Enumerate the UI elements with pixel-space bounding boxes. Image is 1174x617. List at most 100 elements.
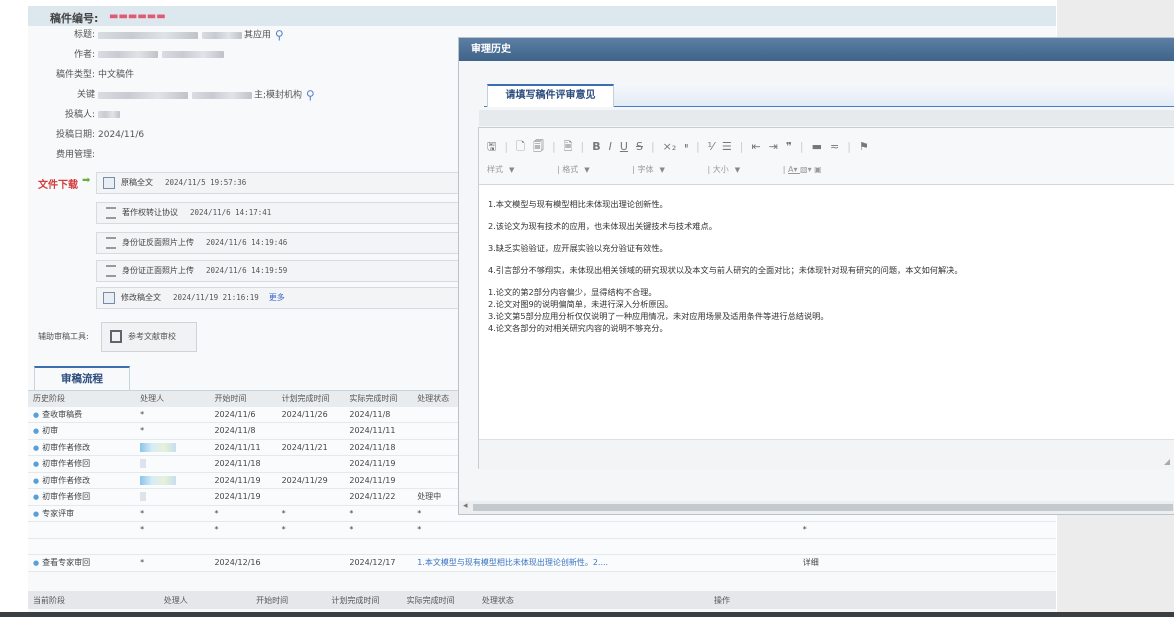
status-text[interactable]: 1.本文模型与现有模型相比未体现出理论创新性。2.... <box>417 558 608 567</box>
tab-review-flow[interactable]: 审稿流程 <box>34 366 130 390</box>
file-time: 2024/11/6 14:17:41 <box>190 208 272 217</box>
editor-status-bar <box>479 439 1174 469</box>
horizontal-scrollbar[interactable]: ◂ <box>459 501 1174 514</box>
stage-cell[interactable] <box>28 521 136 539</box>
text-color-button[interactable]: A▾ <box>788 165 800 174</box>
file-name[interactable]: 修改稿全文 <box>121 293 161 302</box>
save-icon[interactable]: 🖫 <box>487 140 496 153</box>
file-name[interactable]: 原稿全文 <box>121 178 153 187</box>
stage-cell[interactable] <box>28 538 136 555</box>
stage-cell[interactable]: ● 专家评审 <box>28 505 136 522</box>
toolbar-separator: | <box>551 140 556 153</box>
stage-cell[interactable]: ● 初审作者修回 <box>28 455 136 473</box>
actual-time-cell: 2024/11/11 <box>344 422 413 440</box>
column-header: 处理人 <box>158 591 252 609</box>
actual-time-cell: 2024/11/19 <box>344 472 413 489</box>
handler-cell <box>135 439 210 456</box>
bold-icon[interactable]: B <box>592 140 600 153</box>
actual-time-cell: 2024/11/19 <box>344 455 413 473</box>
indent-icon[interactable]: ⇥ <box>769 140 778 153</box>
column-header: 实际完成时间 <box>401 591 477 609</box>
resize-handle-icon[interactable] <box>1164 459 1170 465</box>
stage-cell[interactable]: ● 初审作者修改 <box>28 439 136 456</box>
plan-time-cell: 2024/11/29 <box>276 472 345 489</box>
stage-cell[interactable]: ● 查收审稿费 <box>28 406 136 423</box>
flag-icon[interactable]: ⚑ <box>859 140 869 153</box>
field-value-text: 2024/11/6 <box>98 130 145 140</box>
dialog-title[interactable]: 审理历史 <box>459 38 1174 61</box>
field-label: 稿件类型: <box>55 70 95 80</box>
stage-cell[interactable]: ● 初审作者修改 <box>28 472 136 489</box>
user-link-icon[interactable]: ⚲ <box>271 28 284 42</box>
scrollbar-thumb[interactable] <box>473 504 1173 511</box>
actual-time-cell: * <box>344 521 413 539</box>
toolbar-separator: | <box>799 140 804 153</box>
field-label: 标题: <box>73 30 95 40</box>
italic-icon[interactable]: I <box>609 140 612 153</box>
status-cell <box>412 538 803 555</box>
preview-icon[interactable]: 🗐 <box>533 140 544 153</box>
redacted-handler <box>140 459 147 469</box>
comment-line: 1.本文模型与现有模型相比未体现出理论创新性。 <box>488 199 668 209</box>
chevron-down-icon: ▼ <box>584 166 590 174</box>
new-doc-icon[interactable]: 🗋 <box>516 140 525 153</box>
arrow-right-icon: ➡ <box>82 175 91 186</box>
subscript-icon[interactable]: ×₂ <box>663 140 677 153</box>
redacted-value <box>162 51 224 58</box>
stage-cell[interactable]: ● 初审作者修回 <box>28 488 136 506</box>
font-select[interactable]: 字体 ▼ <box>638 164 700 175</box>
quote-icon[interactable]: ❞ <box>786 140 792 153</box>
column-header: 操作 <box>709 591 1056 609</box>
field-value <box>98 48 226 62</box>
user-link-icon[interactable]: ⚲ <box>302 88 315 102</box>
field-value: 其应用 ⚲ <box>98 28 284 43</box>
file-name[interactable]: 身份证正面照片上传 <box>122 266 194 275</box>
current-header-row: 当前阶段 处理人 开始时间 计划完成时间 实际完成时间 处理状态 操作 <box>28 591 1056 609</box>
stage-cell[interactable]: ● 查看专家审回 <box>28 554 136 572</box>
editor-toolbar-selects: 样式 ▼ | 格式 ▼ | 字体 ▼ | 大小 ▼ | A▾ ▧▾ ▣ <box>487 164 822 175</box>
handler-name: * <box>140 508 145 518</box>
numbered-list-icon[interactable]: ⅟ <box>708 140 714 153</box>
tab-review-opinion[interactable]: 请填写稿件评审意见 <box>487 84 614 107</box>
handler-cell: * <box>135 406 210 423</box>
scroll-left-icon[interactable]: ◂ <box>463 501 468 511</box>
redacted-avatar <box>140 475 177 485</box>
field-value-text: 主;模封机构 <box>254 90 303 101</box>
column-header: 开始时间 <box>209 391 277 407</box>
template-icon[interactable]: 🗎 <box>564 140 573 153</box>
file-name[interactable]: 身份证反面照片上传 <box>122 238 194 247</box>
rich-text-editor[interactable]: 🖫 | 🗋 🗐 | 🗎 | B I U S | ×₂ ײ | ⅟ ☰ | ⇤ ⇥ ❞ | ▬ ≂ | ⚑ 样式 ▼ | 格式 ▼ | 字体… <box>478 127 1174 469</box>
image-icon[interactable]: ▣ <box>814 165 822 174</box>
field-label: 费用管理: <box>55 150 95 160</box>
strike-icon[interactable]: S <box>636 140 643 153</box>
redacted-value <box>98 111 120 118</box>
plan-time-cell: 2024/11/26 <box>276 406 345 423</box>
start-time-cell: * <box>209 521 277 539</box>
reference-check-button[interactable]: 参考文献审校 <box>101 322 197 352</box>
stage-cell[interactable]: ● 初审 <box>28 422 136 440</box>
style-select[interactable]: 样式 ▼ <box>487 164 549 175</box>
editor-content[interactable]: 1.本文模型与现有模型相比未体现出理论创新性。 2.该论文为现有技术的应用，也未体… <box>479 184 1174 438</box>
format-select[interactable]: 格式 ▼ <box>562 164 624 175</box>
manuscript-number-row: 稿件编号: ▬▬▬▬▬▬ <box>28 6 1056 26</box>
status-text: 处理中 <box>417 492 442 502</box>
file-name[interactable]: 著作权转让协议 <box>122 208 178 217</box>
line-icon[interactable]: ▬ <box>812 140 822 153</box>
field-value <box>98 108 124 122</box>
start-time-cell: 2024/11/8 <box>209 422 277 440</box>
superscript-icon[interactable]: ײ <box>684 140 688 153</box>
hline-icon[interactable]: ≂ <box>830 140 839 153</box>
manuscript-field: 稿件类型: 中文稿件 <box>0 68 134 82</box>
comment-line: 1.论文的第2部分内容偏少，显得结构不合理。 <box>488 287 657 297</box>
background-color-button[interactable]: ▧▾ <box>800 165 814 174</box>
detail-link[interactable]: 详细 <box>803 558 819 567</box>
underline-icon[interactable]: U <box>620 140 628 153</box>
size-select[interactable]: 大小 ▼ <box>713 164 775 175</box>
attachment-icon <box>106 206 116 219</box>
manuscript-field: 标题: 其应用 ⚲ <box>0 28 284 42</box>
plan-time-cell: 2024/11/21 <box>276 439 345 456</box>
plan-time-cell <box>276 538 345 555</box>
more-link[interactable]: 更多 <box>269 293 285 302</box>
bullet-list-icon[interactable]: ☰ <box>722 140 732 153</box>
outdent-icon[interactable]: ⇤ <box>752 140 761 153</box>
